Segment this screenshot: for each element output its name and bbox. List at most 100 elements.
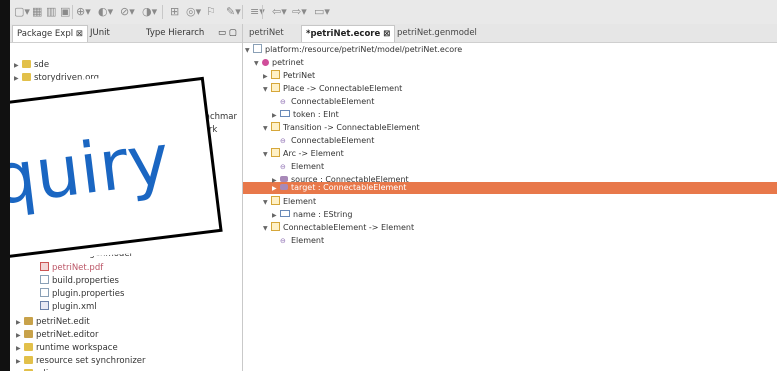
tree-item[interactable]: ▶ runtime workspace [16,342,118,354]
tree-item[interactable]: ⊖ ConnectableElement [272,96,374,108]
toolbar-button[interactable]: ✎▾ [226,5,241,19]
expander-icon[interactable]: ▶ [272,183,280,195]
tree-item-label: Arc -> Element [283,149,344,158]
tree-item[interactable]: ▼ petrinet [254,57,304,69]
toolbar-button[interactable]: ▢▾ [14,5,30,19]
file-icon [40,288,49,297]
tree-item-label: Element [283,197,317,206]
folder-icon [22,73,31,81]
tab-package-explorer[interactable]: Package Expl ⊠ [12,25,88,42]
expander-icon[interactable]: ▶ [16,343,24,355]
file-icon [40,275,49,284]
expander-icon[interactable]: ▶ [16,317,24,329]
tree-item[interactable]: ▶ petriNet.edit [16,316,90,328]
expander-icon[interactable]: ▼ [263,84,271,96]
tree-item[interactable]: plugin.properties [40,288,124,300]
tree-item[interactable]: ▼ Place -> ConnectableElement [263,83,402,95]
expander-icon[interactable]: ▶ [263,71,271,83]
tree-item[interactable]: ▼ Arc -> Element [263,148,344,160]
tree-item[interactable]: ▶ petriNet.editor [16,329,98,341]
tree-item[interactable]: ⊖ Element [272,161,324,173]
tree-item[interactable]: ▼ Element [263,196,316,208]
tree-item[interactable]: ▶ token : EInt [272,109,339,121]
tree-item-label: sde [34,60,50,70]
overlay-sign-text: quiry [10,117,174,222]
toolbar-button[interactable]: ▦ [32,5,42,19]
tree-item[interactable]: plugin.xml [40,301,97,313]
tree-item[interactable]: build.properties [40,275,119,287]
tab-type-hierarchy[interactable]: Type Hierarch [146,25,204,41]
tree-item-label: petriNet.pdf [52,263,104,273]
tree-item-label: Transition -> ConnectableElement [283,123,420,132]
editor-tab-petrinet-genmodel[interactable]: petriNet.genmodel [393,25,481,41]
toolbar-button[interactable]: ◐▾ [98,5,113,19]
expander-icon[interactable]: ▼ [254,58,262,70]
toolbar-separator [262,5,263,19]
expander-icon[interactable]: ▼ [245,45,253,57]
tree-item-label: runtime workspace [36,343,118,353]
toolbar-button[interactable]: ⇨▾ [292,5,307,19]
toolbar-separator [242,5,243,19]
tree-item[interactable]: ▼ platform:/resource/petriNet/model/petri… [245,44,462,56]
xml-icon [40,301,49,310]
toolbar-button[interactable]: ▣ [60,5,70,19]
eclass-icon [271,148,280,157]
eattribute-icon [280,110,290,117]
eattribute-icon [280,210,290,217]
tree-item-label: token : EInt [293,110,339,119]
toolbar-separator [162,5,163,19]
toolbar-button[interactable]: ⇦▾ [272,5,287,19]
tree-item-label: ConnectableElement [291,97,375,106]
toolbar-button[interactable]: ⊘▾ [120,5,135,19]
tree-item[interactable]: ⊖ ConnectableElement [272,135,374,147]
tree-item[interactable]: ▼ ConnectableElement -> Element [263,222,414,234]
toolbar-button[interactable]: ▭▾ [314,5,330,19]
tree-item-label: platform:/resource/petriNet/model/petriN… [265,45,463,54]
tree-item-label: target : ConnectableElement [291,183,407,192]
expander-icon[interactable]: ▶ [14,60,22,72]
toolbar-button[interactable]: ⚐ [206,5,216,19]
tree-item[interactable]: petriNet.pdf [40,262,103,274]
epackage-icon [262,59,269,66]
expander-icon[interactable]: ▼ [263,123,271,135]
eclass-icon [271,70,280,79]
tree-item[interactable]: ▶ resource set synchronizer [16,355,146,367]
tab-junit[interactable]: JUnit [90,25,110,41]
tree-item-label: plugin.xml [52,302,97,312]
expander-icon[interactable]: ▼ [263,223,271,235]
ecore-editor: petriNet *petriNet.ecore ⊠ petriNet.genm… [243,24,777,371]
expander-icon[interactable]: ▶ [16,356,24,368]
tree-item-selected[interactable]: ▶ target : ConnectableElement [272,182,406,194]
toolbar-button[interactable]: ⊕▾ [76,5,91,19]
supertype-icon: ⊖ [280,237,286,245]
editor-tab-petrinet[interactable]: petriNet [245,25,288,41]
folder-icon [22,60,31,68]
tree-item-label: Place -> ConnectableElement [283,84,403,93]
tree-item[interactable]: ⊖ Element [272,235,324,247]
expander-icon[interactable]: ▼ [263,197,271,209]
ecore-file-icon [253,44,262,53]
editor-tabbar: petriNet *petriNet.ecore ⊠ petriNet.genm… [243,24,777,43]
toolbar-button[interactable]: ◎▾ [186,5,201,19]
supertype-icon: ⊖ [280,163,286,171]
tree-item-label: Element [291,236,325,245]
toolbar-button[interactable]: ⊞ [170,5,179,19]
tree-item[interactable]: ▼ Transition -> ConnectableElement [263,122,420,134]
toolbar-button[interactable]: ▥ [46,5,56,19]
tree-item[interactable]: ▶ name : EString [272,209,352,221]
expander-icon[interactable]: ▶ [272,210,280,222]
proj-icon [24,317,33,325]
expander-icon[interactable]: ▼ [263,149,271,161]
folder-icon [24,356,33,364]
tree-item[interactable]: ▶ PetriNet [263,70,315,82]
eclass-icon [271,83,280,92]
view-minimize-maximize[interactable]: ▭ ▢ [218,25,237,41]
expander-icon[interactable]: ▶ [272,110,280,122]
tree-item-label: PetriNet [283,71,316,80]
folder-icon [24,343,33,351]
expander-icon[interactable]: ▶ [16,330,24,342]
toolbar-button[interactable]: ◑▾ [142,5,157,19]
screen-bezel [0,0,10,371]
tree-item[interactable]: ▶ sde [14,59,49,71]
editor-tab-petrinet-ecore[interactable]: *petriNet.ecore ⊠ [301,25,396,42]
